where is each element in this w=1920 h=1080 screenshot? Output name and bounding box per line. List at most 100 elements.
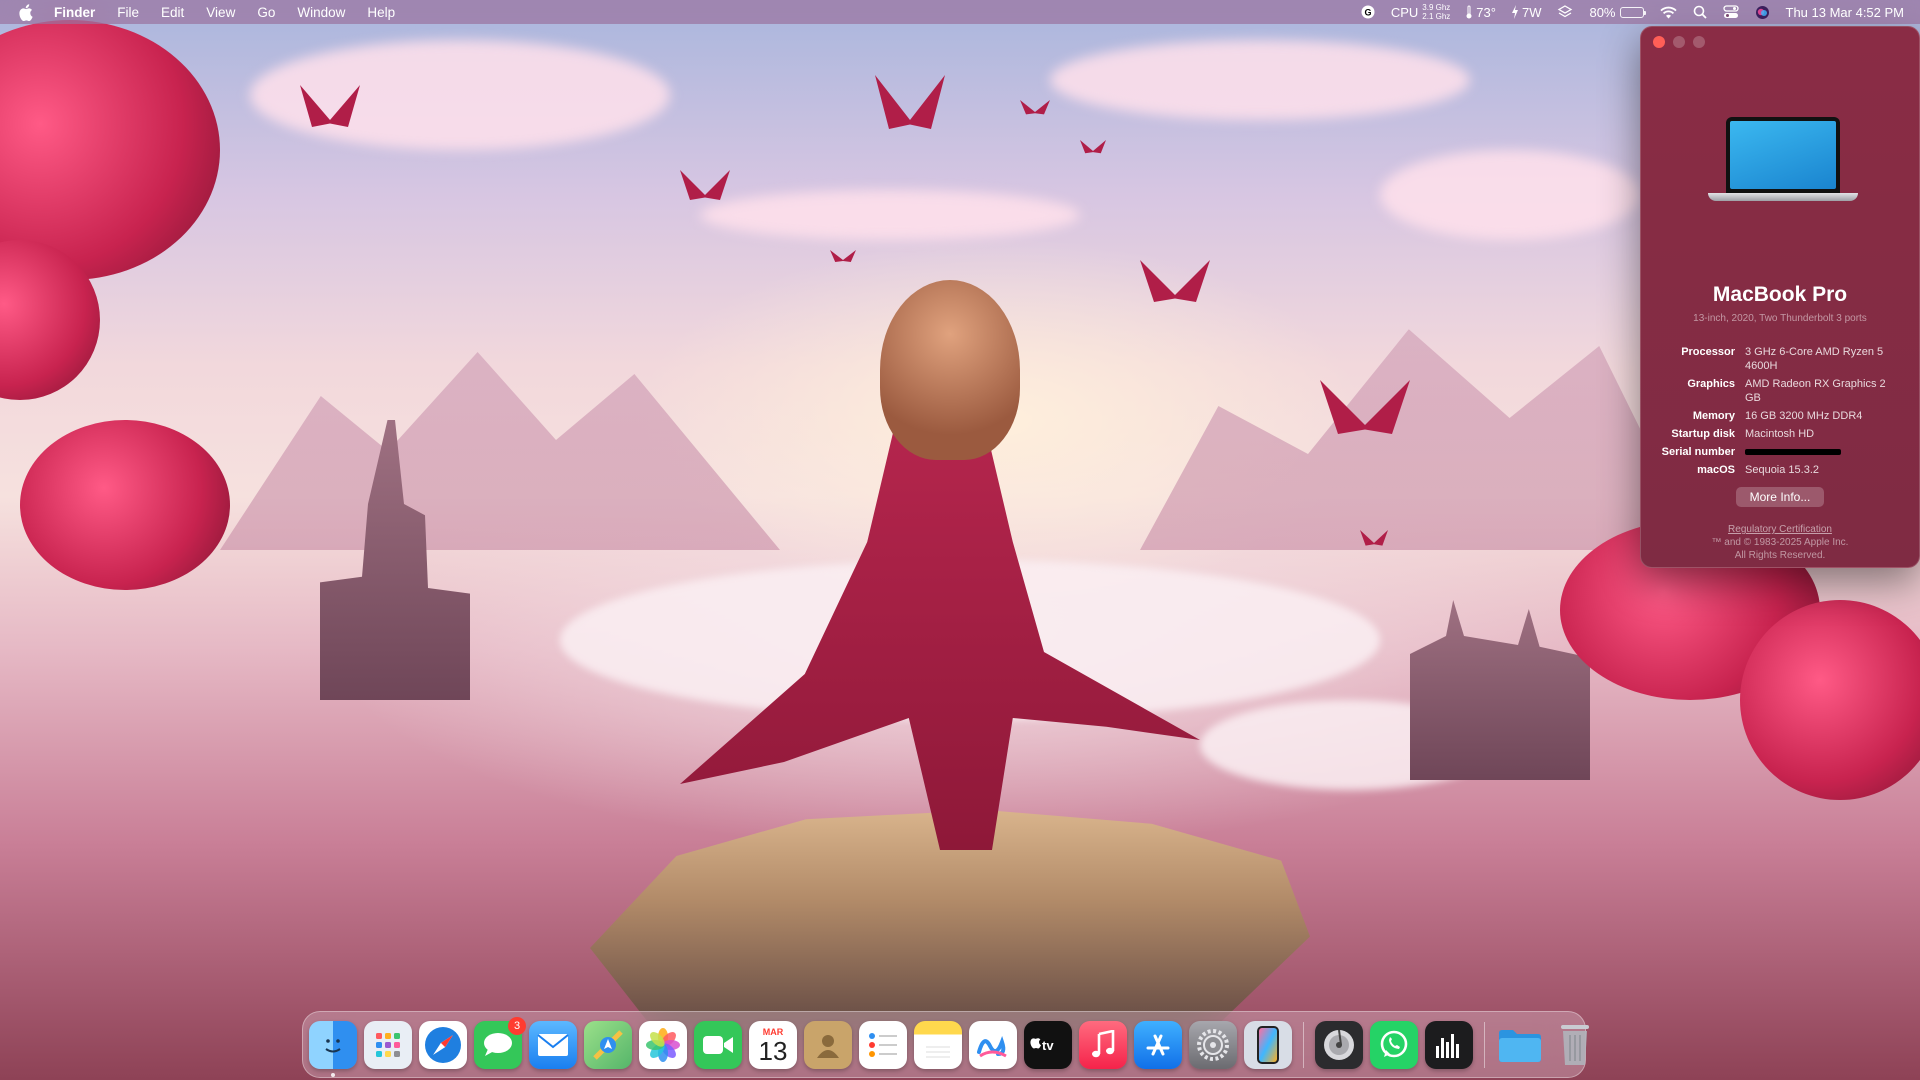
messages-unread-badge: 3 <box>508 1016 526 1035</box>
dock-separator <box>1484 1021 1485 1068</box>
menu-go[interactable]: Go <box>257 5 275 20</box>
control-center-icon[interactable] <box>1722 5 1739 19</box>
window-controls <box>1653 36 1705 48</box>
reminders-list-icon <box>859 1020 907 1069</box>
cpu-label: CPU <box>1390 4 1419 20</box>
dock-maps[interactable] <box>584 1020 632 1069</box>
zoom-window-button[interactable] <box>1693 36 1705 48</box>
dock-notes[interactable] <box>914 1020 962 1069</box>
power-monitor[interactable]: 7W <box>1511 4 1542 20</box>
battery-status[interactable]: 80% <box>1589 4 1646 20</box>
freeform-icon <box>969 1020 1017 1069</box>
dock-finder[interactable] <box>309 1020 357 1077</box>
dock: 3 MAR 13 tv <box>302 1011 1589 1078</box>
minimize-window-button[interactable] <box>1673 36 1685 48</box>
spec-row-memory: Memory 16 GB 3200 MHz DDR4 <box>1641 409 1919 423</box>
battery-percent: 80% <box>1589 4 1616 20</box>
spec-label: Serial number <box>1661 446 1735 458</box>
wifi-icon[interactable] <box>1659 6 1677 19</box>
dock-launchpad[interactable] <box>364 1020 412 1069</box>
spec-label: macOS <box>1697 464 1735 476</box>
battery-icon <box>1619 6 1646 18</box>
dock-app-store[interactable] <box>1134 1020 1182 1069</box>
dock-mail[interactable] <box>529 1020 577 1069</box>
maps-icon <box>584 1020 632 1069</box>
cpu-frequencies: 3.9 Ghz 2.1 Ghz <box>1422 3 1450 21</box>
calendar-day: 13 <box>758 1036 788 1066</box>
regulatory-certification-link[interactable]: Regulatory Certification <box>1728 524 1832 535</box>
photos-flower-icon <box>639 1020 687 1069</box>
close-window-button[interactable] <box>1653 36 1665 48</box>
menu-bar-left: Finder File Edit View Go Window Help <box>0 0 417 24</box>
dock-trash[interactable] <box>1551 1021 1599 1069</box>
dock-system-settings[interactable] <box>1189 1020 1237 1069</box>
dock-photos[interactable] <box>639 1020 687 1069</box>
running-indicator <box>331 1072 335 1077</box>
spec-label: Memory <box>1692 410 1735 422</box>
dock-freeform[interactable] <box>969 1020 1017 1069</box>
settings-gear-icon <box>1189 1020 1237 1069</box>
facetime-camera-icon <box>694 1020 742 1069</box>
model-name: MacBook Pro <box>1712 283 1848 306</box>
siri-icon[interactable] <box>1755 5 1770 20</box>
grammar-app-icon[interactable]: G <box>1361 5 1375 19</box>
contacts-book-icon <box>804 1020 852 1069</box>
temperature-monitor[interactable]: 73° <box>1466 5 1496 20</box>
trash-icon <box>1551 1021 1599 1069</box>
cpu-monitor[interactable]: CPU 3.9 Ghz 2.1 Ghz <box>1391 3 1450 21</box>
dock-iphone-mirroring[interactable] <box>1244 1020 1292 1069</box>
finder-icon <box>309 1020 357 1069</box>
music-note-icon <box>1079 1020 1127 1069</box>
menu-help[interactable]: Help <box>367 5 395 20</box>
spec-row-macos: macOS Sequoia 15.3.2 <box>1641 463 1919 477</box>
dock-facetime[interactable] <box>694 1020 742 1069</box>
rights-text: All Rights Reserved. <box>1734 550 1826 561</box>
dock-separator <box>1303 1021 1304 1068</box>
power-value: 7W <box>1521 4 1542 20</box>
svg-text:G: G <box>1364 8 1371 18</box>
apple-logo-icon[interactable] <box>18 3 34 21</box>
cpu-freq-bottom: 2.1 Ghz <box>1422 12 1451 21</box>
cpu-freq-top: 3.9 Ghz <box>1422 3 1451 12</box>
menu-edit[interactable]: Edit <box>161 5 184 20</box>
dock-messages[interactable]: 3 <box>474 1016 526 1069</box>
dock-calendar[interactable]: MAR 13 <box>749 1020 797 1069</box>
spec-value: 3 GHz 6-Core AMD Ryzen 5 4600H <box>1745 346 1884 372</box>
dock-contacts[interactable] <box>804 1020 852 1069</box>
dock-disk-utility[interactable] <box>1315 1020 1363 1069</box>
dock-reminders[interactable] <box>859 1020 907 1069</box>
menu-view[interactable]: View <box>206 5 235 20</box>
dock-safari[interactable] <box>419 1020 467 1069</box>
spec-value: Macintosh HD <box>1745 428 1815 440</box>
menu-app-finder[interactable]: Finder <box>54 5 95 20</box>
app-store-icon <box>1134 1020 1182 1069</box>
dock-music[interactable] <box>1079 1020 1127 1069</box>
power-bolt-icon <box>1511 5 1518 19</box>
whatsapp-icon <box>1370 1020 1418 1069</box>
copyright-text: ™ and © 1983-2025 Apple Inc. <box>1711 537 1849 548</box>
macbook-illustration <box>1708 117 1858 209</box>
spec-row-startup-disk: Startup disk Macintosh HD <box>1641 427 1919 441</box>
spec-value: AMD Radeon RX Graphics 2 GB <box>1745 378 1886 404</box>
dock-activity-monitor[interactable] <box>1425 1020 1473 1069</box>
spec-row-serial-number: Serial number <box>1641 445 1919 459</box>
svg-text:tv: tv <box>1042 1038 1054 1053</box>
menu-window[interactable]: Window <box>297 5 345 20</box>
iphone-mirroring-icon <box>1244 1020 1292 1069</box>
menu-clock[interactable]: Thu 13 Mar 4:52 PM <box>1786 5 1905 20</box>
model-subtitle: 13-inch, 2020, Two Thunderbolt 3 ports <box>1693 313 1867 324</box>
dock-tv[interactable]: tv <box>1024 1020 1072 1069</box>
spotlight-search-icon[interactable] <box>1693 5 1707 19</box>
temperature-value: 73° <box>1476 4 1496 20</box>
thermometer-icon <box>1466 5 1472 19</box>
dock-whatsapp[interactable] <box>1370 1020 1418 1069</box>
spec-list: Processor 3 GHz 6-Core AMD Ryzen 5 4600H… <box>1641 345 1919 481</box>
spec-row-graphics: Graphics AMD Radeon RX Graphics 2 GB <box>1641 377 1919 405</box>
menu-file[interactable]: File <box>117 5 139 20</box>
spec-row-processor: Processor 3 GHz 6-Core AMD Ryzen 5 4600H <box>1641 345 1919 373</box>
dock-downloads-folder[interactable] <box>1496 1021 1544 1069</box>
activity-monitor-chart-icon <box>1425 1020 1473 1069</box>
layers-icon[interactable] <box>1557 4 1573 20</box>
more-info-button[interactable]: More Info... <box>1736 487 1824 507</box>
menu-bar: Finder File Edit View Go Window Help G C… <box>0 0 1920 24</box>
